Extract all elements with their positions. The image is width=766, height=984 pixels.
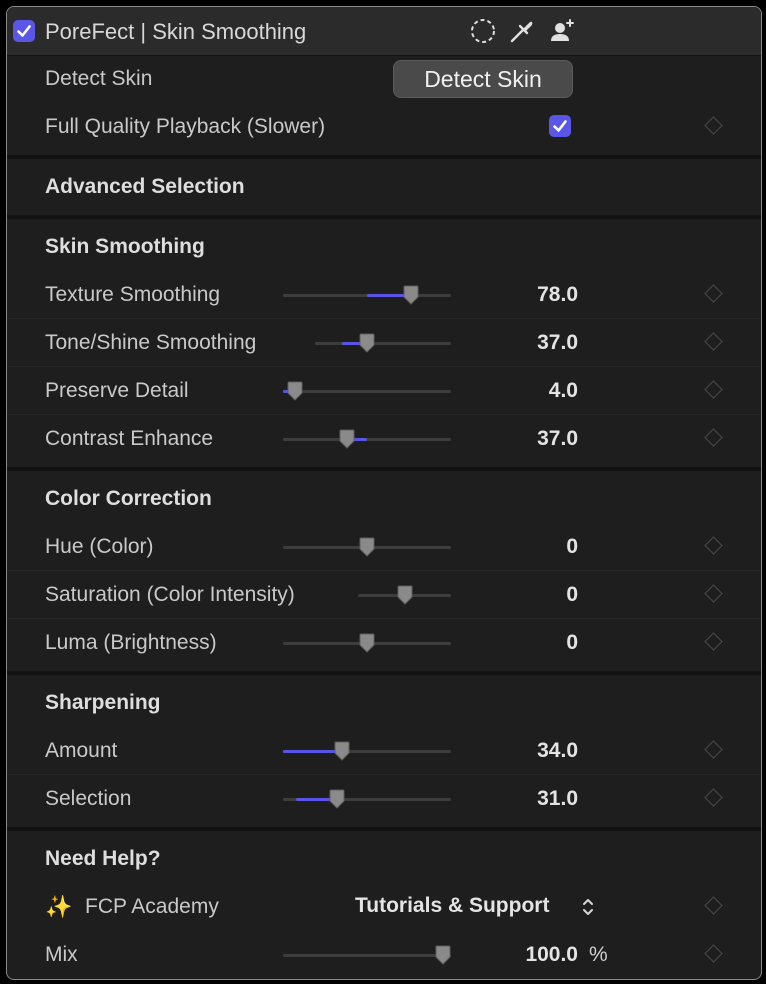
tutorials-support-popup[interactable]: Tutorials & Support	[355, 894, 549, 918]
param-value[interactable]: 4.0	[549, 379, 578, 403]
inspector-panel: PoreFect | Skin Smoothing Detect Skin De…	[6, 6, 762, 980]
slider-thumb[interactable]	[286, 381, 304, 401]
amount-slider[interactable]	[283, 741, 451, 761]
slider-thumb[interactable]	[358, 333, 376, 353]
mix-row: Mix 100.0 %	[7, 931, 761, 978]
preserve-detail-slider[interactable]	[283, 381, 451, 401]
slider-thumb[interactable]	[333, 741, 351, 761]
param-value[interactable]: 0	[566, 583, 578, 607]
param-label: Preserve Detail	[45, 379, 189, 402]
keyframe-icon[interactable]	[704, 380, 723, 399]
contrast-enhance-row: Contrast Enhance 37.0	[7, 415, 761, 462]
sharpening-heading: Sharpening	[45, 691, 161, 714]
keyframe-icon[interactable]	[704, 788, 723, 807]
keyframe-icon[interactable]	[704, 332, 723, 351]
effect-header: PoreFect | Skin Smoothing	[7, 7, 761, 56]
effect-enable-checkbox[interactable]	[13, 20, 35, 42]
chevron-up-down-icon[interactable]	[581, 895, 595, 919]
detect-skin-label: Detect Skin	[45, 67, 153, 90]
color-correction-heading: Color Correction	[45, 487, 212, 510]
param-value[interactable]: 37.0	[537, 427, 578, 451]
person-add-icon[interactable]	[548, 16, 578, 46]
param-value[interactable]: 0	[566, 631, 578, 655]
saturation-slider[interactable]	[358, 585, 451, 605]
keyframe-icon[interactable]	[704, 896, 723, 915]
hue-row: Hue (Color) 0	[7, 523, 761, 571]
ellipse-mask-icon[interactable]	[468, 16, 498, 46]
param-value[interactable]: 78.0	[537, 283, 578, 307]
amount-row: Amount 34.0	[7, 727, 761, 775]
slider-thumb[interactable]	[358, 537, 376, 557]
slider-thumb[interactable]	[396, 585, 414, 605]
preserve-detail-row: Preserve Detail 4.0	[7, 367, 761, 415]
slider-thumb[interactable]	[434, 945, 452, 965]
param-value[interactable]: 34.0	[537, 739, 578, 763]
keyframe-icon[interactable]	[704, 284, 723, 303]
eyedropper-icon[interactable]	[506, 16, 536, 46]
param-label: Tone/Shine Smoothing	[45, 331, 257, 354]
detect-skin-button[interactable]: Detect Skin	[393, 60, 573, 98]
param-label: Amount	[45, 739, 118, 762]
keyframe-icon[interactable]	[704, 944, 723, 963]
section-divider	[7, 155, 761, 159]
mix-unit: %	[589, 943, 608, 966]
full-quality-row: Full Quality Playback (Slower)	[7, 103, 761, 150]
slider-thumb[interactable]	[328, 789, 346, 809]
section-divider	[7, 827, 761, 831]
param-value[interactable]: 0	[566, 535, 578, 559]
selection-row: Selection 31.0	[7, 775, 761, 822]
luma-slider[interactable]	[283, 633, 451, 653]
tone-shine-smoothing-slider[interactable]	[315, 333, 451, 353]
keyframe-icon[interactable]	[704, 428, 723, 447]
param-label: Contrast Enhance	[45, 427, 214, 450]
slider-thumb[interactable]	[402, 285, 420, 305]
need-help-heading: Need Help?	[45, 847, 161, 870]
mix-slider[interactable]	[283, 945, 451, 965]
section-divider	[7, 671, 761, 675]
slider-thumb[interactable]	[358, 633, 376, 653]
param-label: Texture Smoothing	[45, 283, 221, 306]
fcp-academy-row: ✨ FCP Academy Tutorials & Support	[7, 883, 761, 930]
param-value[interactable]: 31.0	[537, 787, 578, 811]
param-label: Luma (Brightness)	[45, 631, 217, 654]
tone-shine-smoothing-row: Tone/Shine Smoothing 37.0	[7, 319, 761, 367]
section-divider	[7, 215, 761, 219]
full-quality-checkbox[interactable]	[549, 115, 571, 137]
texture-smoothing-row: Texture Smoothing 78.0	[7, 271, 761, 319]
param-value[interactable]: 37.0	[537, 331, 578, 355]
keyframe-icon[interactable]	[704, 740, 723, 759]
keyframe-icon[interactable]	[704, 536, 723, 555]
param-label: Hue (Color)	[45, 535, 154, 558]
keyframe-icon[interactable]	[704, 116, 723, 135]
keyframe-icon[interactable]	[704, 584, 723, 603]
selection-slider[interactable]	[283, 789, 451, 809]
effect-title: PoreFect | Skin Smoothing	[45, 19, 307, 44]
mix-value[interactable]: 100.0	[525, 943, 578, 967]
advanced-selection-heading[interactable]: Advanced Selection	[45, 175, 245, 199]
section-divider	[7, 467, 761, 471]
luma-row: Luma (Brightness) 0	[7, 619, 761, 666]
fcp-academy-label: FCP Academy	[85, 895, 219, 918]
contrast-enhance-slider[interactable]	[283, 429, 451, 449]
skin-smoothing-heading: Skin Smoothing	[45, 235, 205, 258]
full-quality-label: Full Quality Playback (Slower)	[45, 115, 326, 138]
sparkles-icon: ✨	[45, 894, 73, 919]
keyframe-icon[interactable]	[704, 632, 723, 651]
hue-slider[interactable]	[283, 537, 451, 557]
mix-label: Mix	[45, 943, 78, 966]
param-label: Saturation (Color Intensity)	[45, 583, 295, 606]
texture-smoothing-slider[interactable]	[283, 285, 451, 305]
slider-thumb[interactable]	[338, 429, 356, 449]
param-label: Selection	[45, 787, 132, 810]
saturation-row: Saturation (Color Intensity) 0	[7, 571, 761, 619]
